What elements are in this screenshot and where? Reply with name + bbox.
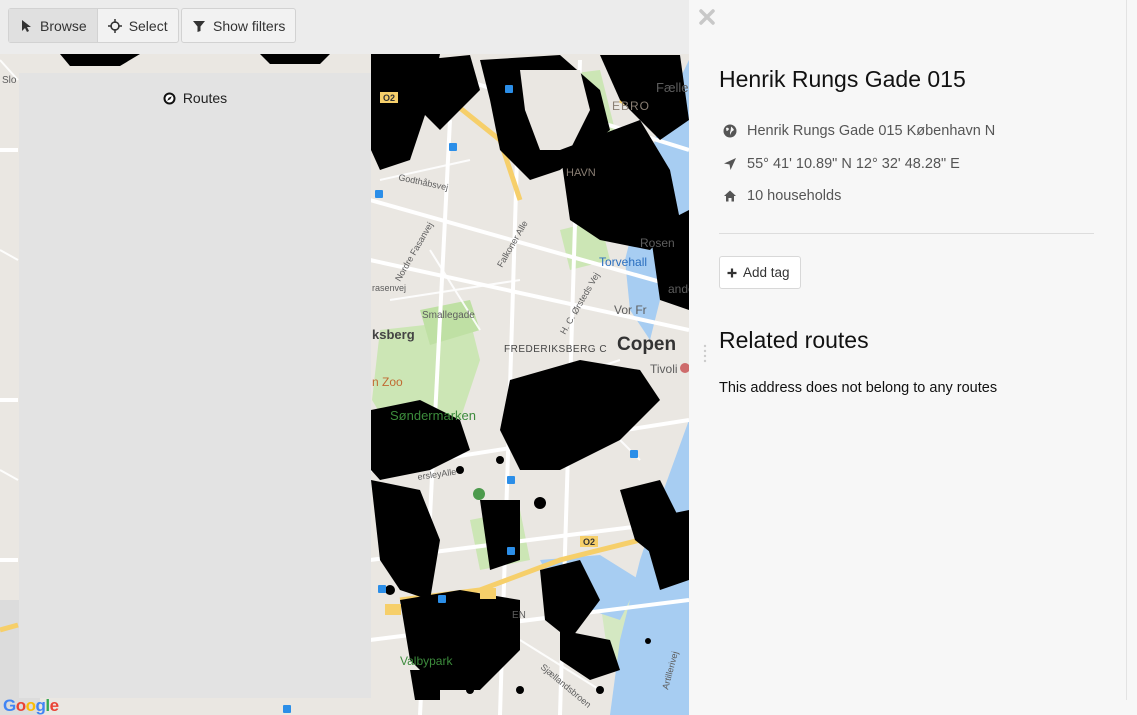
plus-icon xyxy=(727,268,737,277)
select-label: Select xyxy=(128,17,168,34)
map-label-sondermarken: Søndermarken xyxy=(390,408,476,423)
map-label-zoo: n Zoo xyxy=(372,375,403,389)
address-title: Henrik Rungs Gade 015 xyxy=(719,66,966,92)
address-row: Henrik Rungs Gade 015 København N xyxy=(723,115,995,148)
close-icon[interactable] xyxy=(697,7,717,27)
map-label-slo: Slo xyxy=(2,75,17,86)
map-label-ande: ande xyxy=(668,282,689,296)
home-icon xyxy=(724,190,736,202)
map-label-tivoli: Tivoli xyxy=(650,362,678,376)
add-tag-label: Add tag xyxy=(743,265,790,280)
map-label-en: EN xyxy=(512,610,526,621)
households-text: 10 households xyxy=(747,188,842,205)
browse-label: Browse xyxy=(40,17,87,34)
cursor-icon xyxy=(22,19,31,32)
routes-panel: Routes xyxy=(19,73,371,698)
location-arrow-icon xyxy=(724,157,736,170)
routes-header[interactable]: Routes xyxy=(19,90,371,106)
select-button[interactable]: Select xyxy=(96,9,178,42)
divider xyxy=(719,233,1094,234)
globe-icon xyxy=(723,124,737,138)
related-routes-heading: Related routes xyxy=(719,327,869,353)
browse-button[interactable]: Browse xyxy=(9,9,97,42)
map-label-valbypark: Valbypark xyxy=(400,654,453,668)
map-label-ebro: EBRO xyxy=(612,99,650,113)
coordinates-text: 55° 41' 10.89" N 12° 32' 48.28" E xyxy=(747,155,960,172)
map-label-frederiksberg-c: FREDERIKSBERG C xyxy=(504,344,607,355)
mode-toggle-group: Browse Select xyxy=(8,8,179,43)
filter-icon xyxy=(193,20,205,32)
compass-icon xyxy=(163,92,176,104)
map-label-faelled: Fælled xyxy=(656,80,689,95)
show-filters-button[interactable]: Show filters xyxy=(182,9,295,42)
show-filters-label: Show filters xyxy=(213,17,286,34)
map-label-ksberg: ksberg xyxy=(372,327,415,342)
map-label-copen: Copen xyxy=(617,334,676,355)
map-label-vorre: Vor Fr xyxy=(614,303,647,317)
panel-scrollbar[interactable] xyxy=(1126,0,1127,700)
address-info-list: Henrik Rungs Gade 015 København N 55° 41… xyxy=(723,115,995,213)
add-tag-button[interactable]: Add tag xyxy=(719,256,801,289)
map-label-torvehall: Torvehall xyxy=(599,255,647,269)
coordinates-row: 55° 41' 10.89" N 12° 32' 48.28" E xyxy=(723,148,995,181)
drag-handle-icon[interactable] xyxy=(703,343,707,363)
map-label-o2: O2 xyxy=(383,93,395,103)
address-text: Henrik Rungs Gade 015 København N xyxy=(747,123,996,140)
svg-text:O2: O2 xyxy=(583,537,595,547)
map-toolbar: Browse Select Show filters xyxy=(0,0,689,54)
map-label-havn: HAVN xyxy=(566,167,596,179)
filters-group: Show filters xyxy=(181,8,297,43)
google-logo: Google xyxy=(3,696,59,715)
related-routes-empty-text: This address does not belong to any rout… xyxy=(719,380,998,396)
crosshair-icon xyxy=(107,18,122,33)
map-label-rosen: Rosen xyxy=(640,236,675,250)
routes-title: Routes xyxy=(182,90,228,106)
address-detail-panel: Henrik Rungs Gade 015 Henrik Rungs Gade … xyxy=(689,0,1137,715)
map-label-smallegade: Smallegade xyxy=(422,310,475,321)
map-label-rasenvej: rasenvej xyxy=(372,283,406,293)
households-row: 10 households xyxy=(723,180,995,213)
map-canvas[interactable]: O2 O2 Fælled EBRO HAVN Godthåbsvej Nordr xyxy=(0,0,689,715)
